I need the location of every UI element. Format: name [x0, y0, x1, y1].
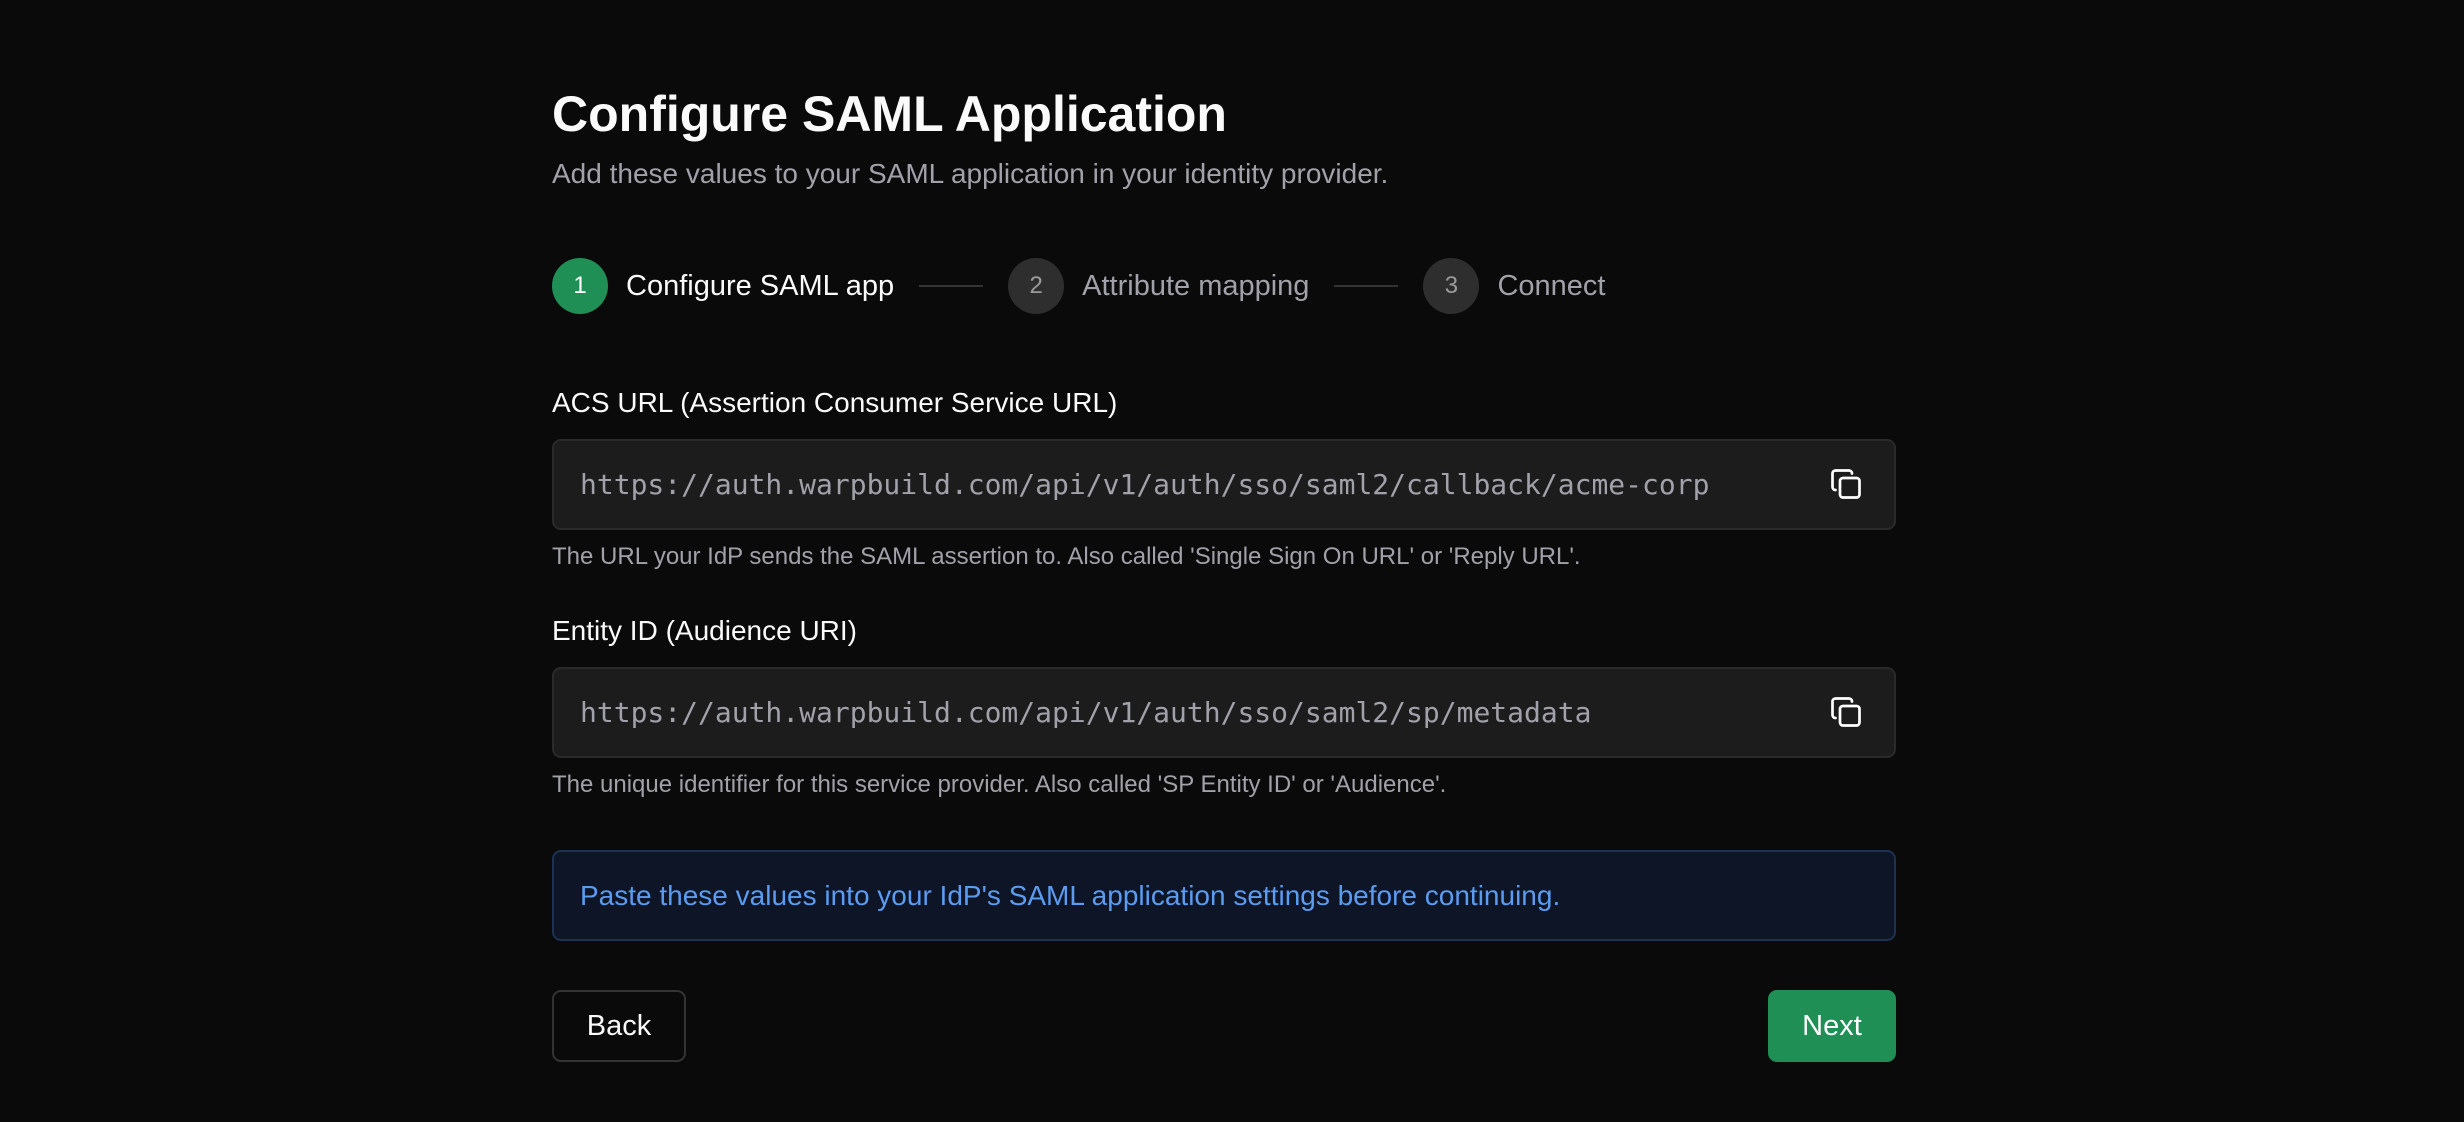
step-attribute-mapping: 2 Attribute mapping [1008, 258, 1309, 314]
back-button[interactable]: Back [552, 990, 686, 1062]
entity-id-field[interactable]: https://auth.warpbuild.com/api/v1/auth/s… [552, 667, 1896, 758]
copy-icon [1831, 469, 1861, 499]
copy-icon [1831, 697, 1861, 727]
step-label: Configure SAML app [626, 269, 895, 302]
step-label: Connect [1497, 269, 1606, 302]
info-banner: Paste these values into your IdP's SAML … [552, 850, 1896, 941]
next-button[interactable]: Next [1768, 990, 1896, 1062]
step-connect: 3 Connect [1423, 258, 1605, 314]
step-number-badge: 2 [1008, 258, 1065, 314]
acs-url-help-text: The URL your IdP sends the SAML assertio… [552, 543, 1581, 570]
copy-entity-id-button[interactable] [1828, 694, 1864, 730]
acs-url-field[interactable]: https://auth.warpbuild.com/api/v1/auth/s… [552, 439, 1896, 530]
step-configure-saml-app: 1 Configure SAML app [552, 258, 894, 314]
entity-id-label: Entity ID (Audience URI) [552, 615, 857, 646]
info-message: Paste these values into your IdP's SAML … [580, 880, 1561, 911]
page-title: Configure SAML Application [552, 86, 1227, 142]
step-number-badge: 3 [1423, 258, 1480, 314]
copy-acs-url-button[interactable] [1828, 466, 1864, 502]
entity-id-value[interactable]: https://auth.warpbuild.com/api/v1/auth/s… [580, 669, 1591, 756]
step-number-badge: 1 [552, 258, 608, 314]
entity-id-help-text: The unique identifier for this service p… [552, 771, 1447, 798]
acs-url-value[interactable]: https://auth.warpbuild.com/api/v1/auth/s… [580, 441, 1709, 528]
step-label: Attribute mapping [1082, 269, 1310, 302]
page-subtitle: Add these values to your SAML applicatio… [552, 158, 1389, 189]
step-connector [1334, 285, 1399, 287]
step-connector [919, 285, 984, 287]
acs-url-label: ACS URL (Assertion Consumer Service URL) [552, 387, 1118, 418]
stepper: 1 Configure SAML app 2 Attribute mapping… [552, 258, 1605, 314]
